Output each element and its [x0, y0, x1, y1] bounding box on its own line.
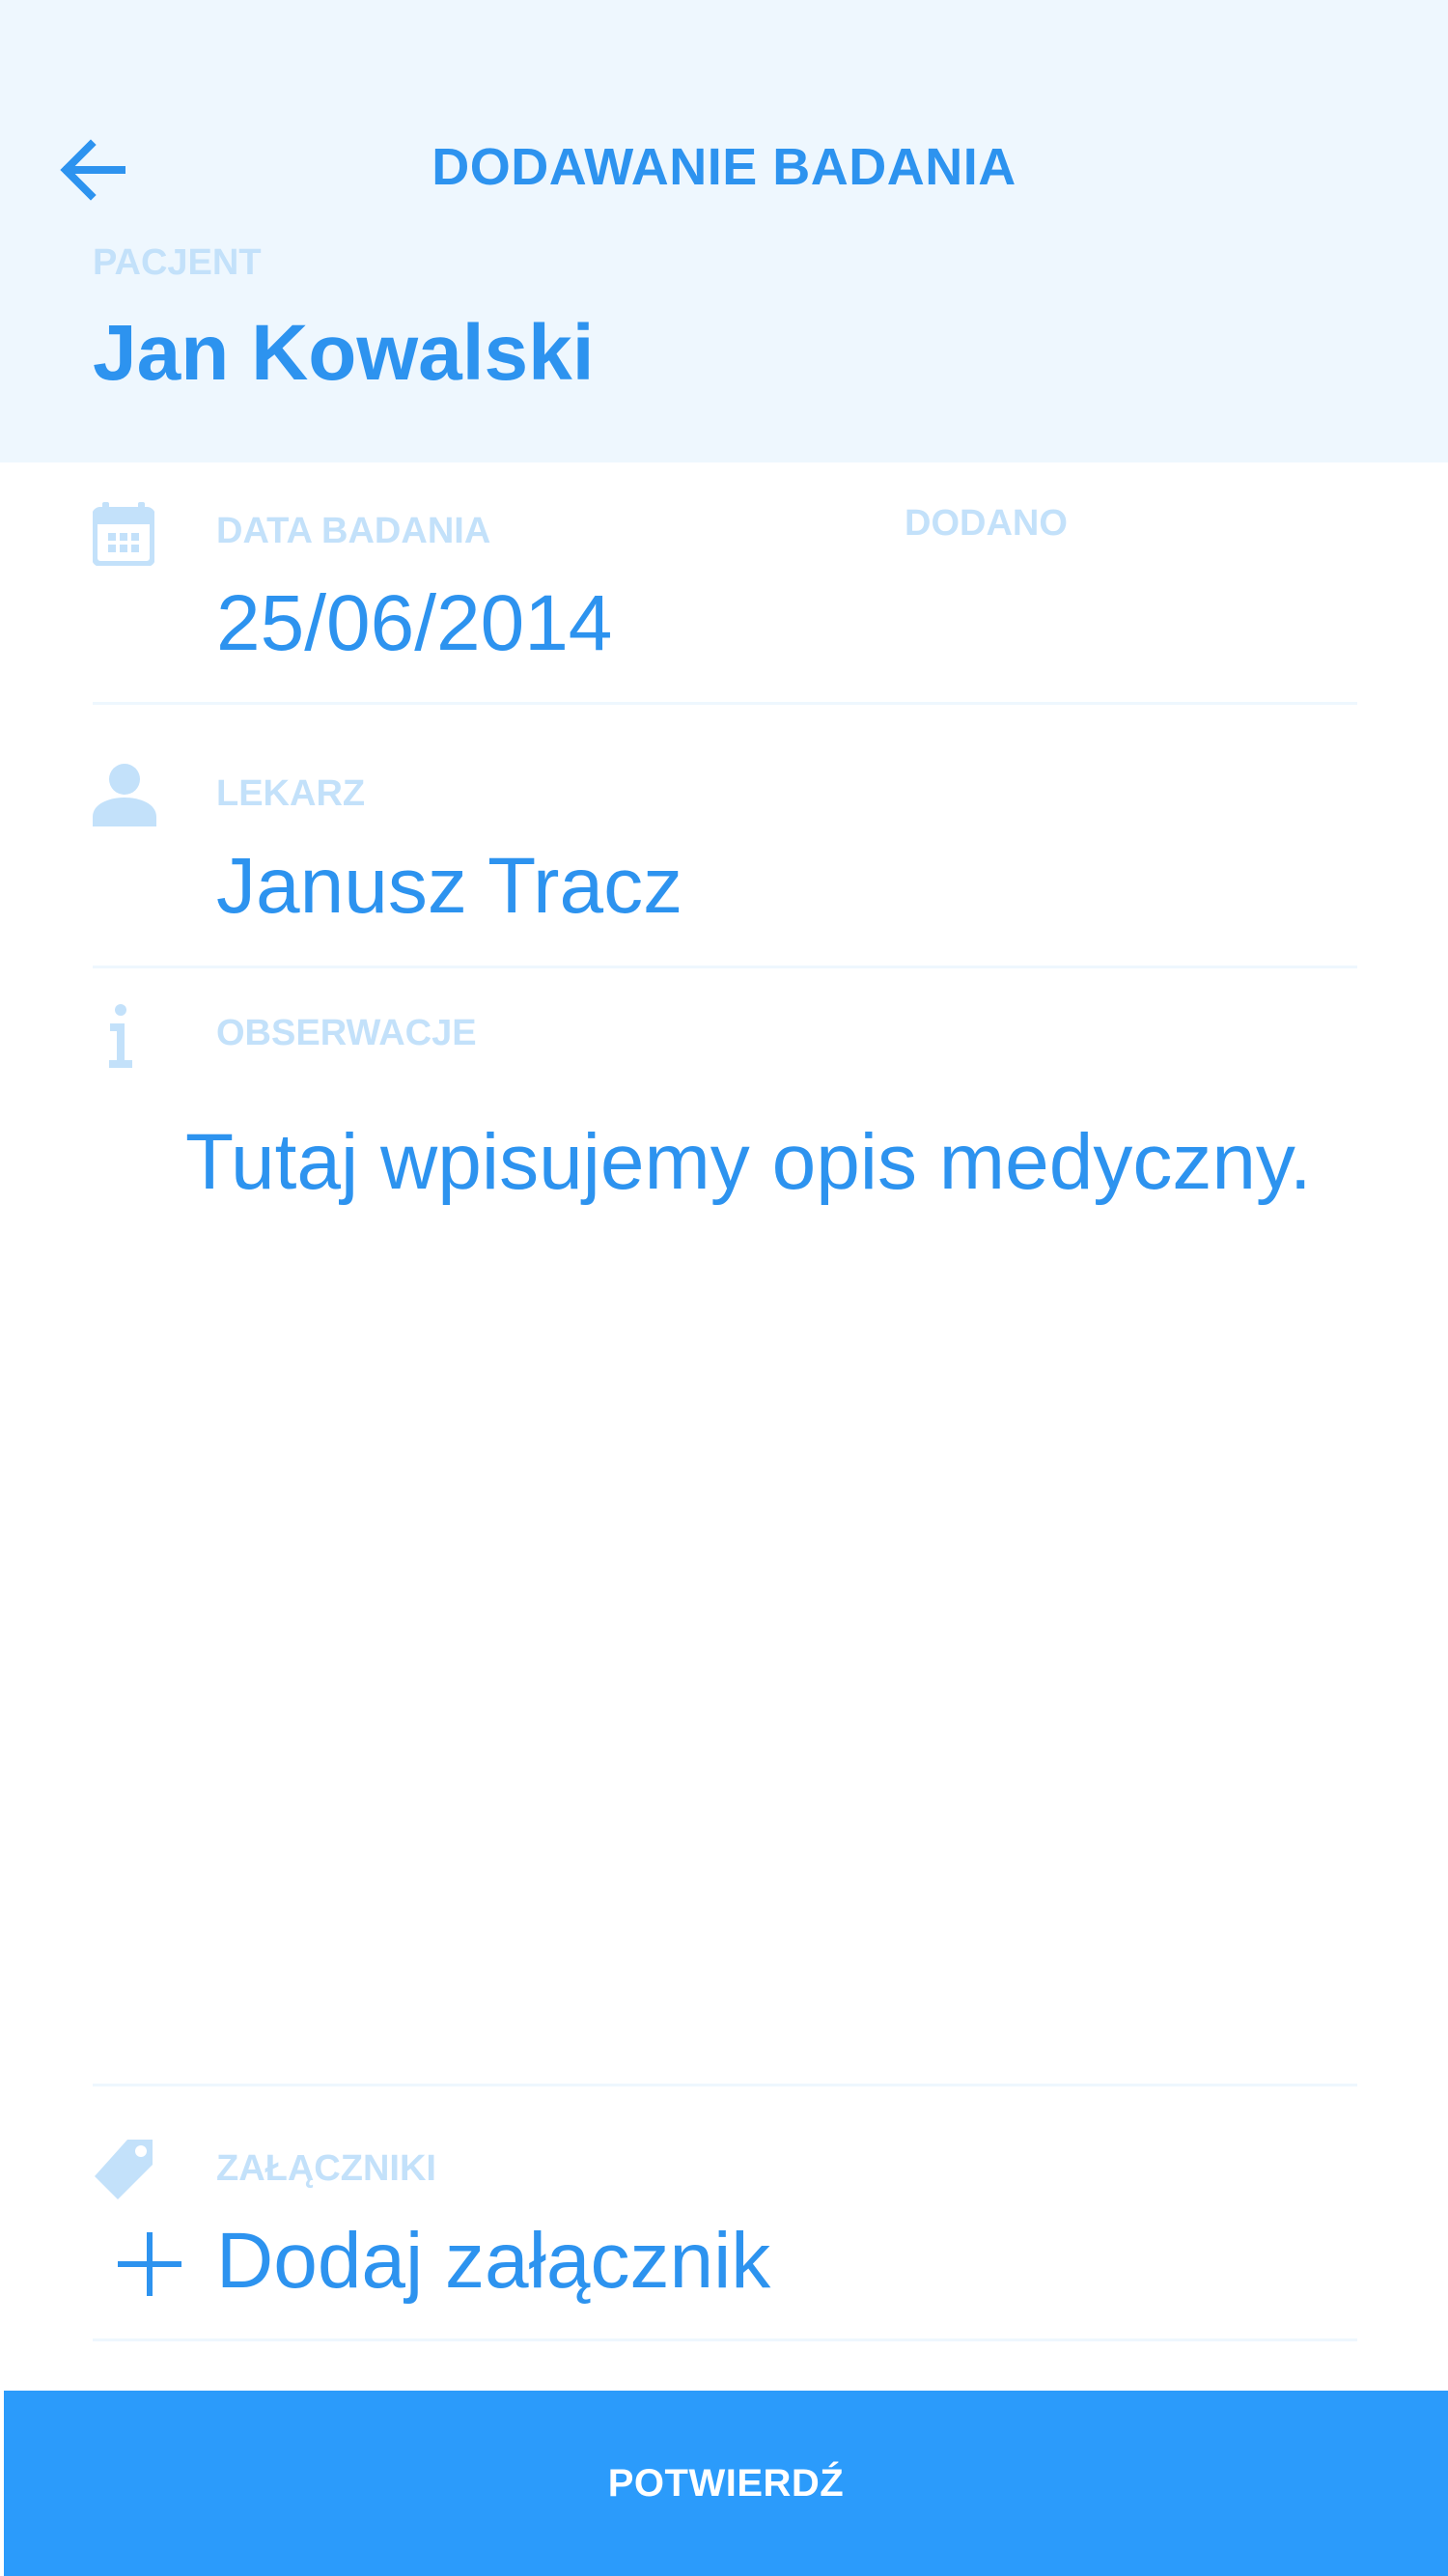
divider	[93, 702, 1357, 705]
plus-icon	[116, 2230, 183, 2298]
info-icon	[106, 1004, 135, 1068]
divider	[93, 966, 1357, 968]
exam-date-label: DATA BADANIA	[216, 511, 491, 551]
add-attachment-label: Dodaj załącznik	[216, 2217, 771, 2305]
divider	[93, 2338, 1357, 2341]
doctor-label: LEKARZ	[216, 773, 366, 814]
header: DODAWANIE BADANIA PACJENT Jan Kowalski	[0, 0, 1448, 462]
observations-label: OBSERWACJE	[216, 1013, 477, 1053]
person-icon	[93, 763, 156, 826]
patient-name: Jan Kowalski	[93, 309, 595, 397]
doctor-field[interactable]: Janusz Tracz	[216, 842, 682, 931]
attachments-label: ZAŁĄCZNIKI	[216, 2148, 436, 2189]
page-title: DODAWANIE BADANIA	[432, 138, 1016, 196]
tag-icon	[93, 2138, 156, 2201]
observations-textarea[interactable]: Tutaj wpisujemy opis medyczny.	[185, 1118, 1344, 1207]
confirm-button[interactable]: POTWIERDŹ	[4, 2391, 1448, 2576]
patient-label: PACJENT	[93, 242, 262, 283]
calendar-icon	[93, 502, 154, 566]
exam-date-field[interactable]: 25/06/2014	[216, 579, 612, 668]
divider	[93, 2084, 1357, 2086]
added-label: DODANO	[905, 503, 1068, 544]
